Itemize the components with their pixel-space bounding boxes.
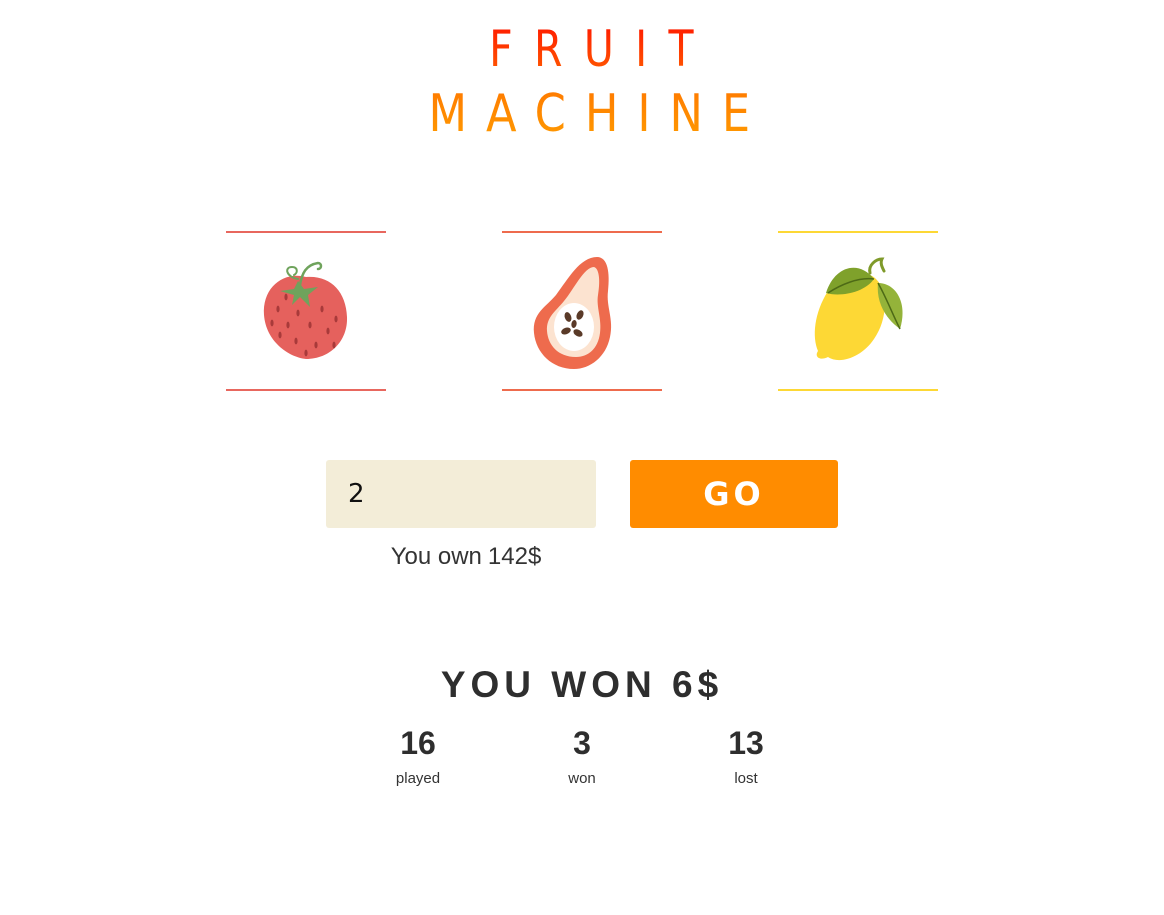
title-line-2: MACHINE	[83, 88, 1100, 140]
title-line-1: FRUIT	[107, 24, 1080, 74]
stat-lost-value: 13	[728, 725, 764, 761]
balance-label: You own	[390, 543, 482, 570]
stat-won: 3 won	[522, 724, 642, 787]
stat-played: 16 played	[358, 724, 478, 787]
reel-1	[226, 231, 386, 391]
stat-won-value: 3	[573, 725, 591, 761]
stat-won-label: won	[568, 770, 596, 787]
balance-amount: 142$	[487, 543, 542, 570]
stat-lost: 13 lost	[686, 724, 806, 787]
result-message: YOU WON 6$	[440, 664, 724, 705]
stat-lost-label: lost	[734, 770, 758, 787]
go-button[interactable]: GO	[630, 460, 838, 528]
stat-played-value: 16	[400, 725, 436, 761]
lemon-icon	[814, 257, 903, 361]
strawberry-icon	[263, 261, 348, 359]
balance-display: You own 142$	[326, 543, 606, 571]
stat-played-label: played	[395, 770, 441, 787]
reel-2	[502, 231, 662, 391]
reel-3	[778, 231, 938, 391]
bet-input[interactable]	[326, 460, 596, 528]
fruit-machine-app: FRUIT MACHINE 2 GO You own 142$ YOU WON …	[0, 0, 1164, 915]
papaya-icon	[533, 257, 612, 369]
